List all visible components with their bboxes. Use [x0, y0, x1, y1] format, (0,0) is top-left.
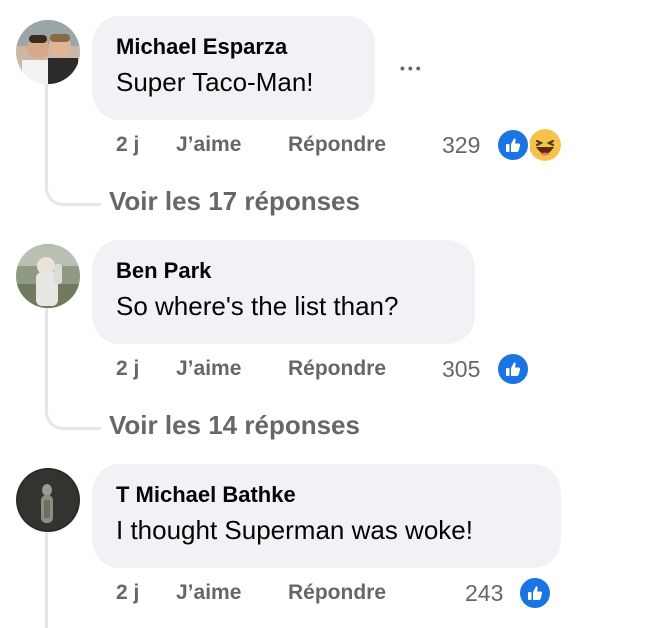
thread-connector [45, 186, 101, 206]
comment-text: I thought Superman was woke! [116, 515, 473, 545]
like-button[interactable]: J’aime [176, 580, 241, 606]
reply-button[interactable]: Répondre [288, 356, 386, 382]
reaction-count[interactable]: 329 [442, 131, 480, 159]
thread-line [45, 532, 48, 628]
comment-bubble: T Michael Bathke I thought Superman was … [92, 464, 561, 568]
like-button[interactable]: J’aime [176, 356, 241, 382]
thread-line [45, 84, 48, 186]
more-options-icon[interactable]: ••• [400, 58, 424, 78]
view-replies-link[interactable]: Voir les 14 réponses [109, 409, 360, 441]
comment-bubble: Ben Park So where's the list than? [92, 240, 475, 344]
reply-button[interactable]: Répondre [288, 132, 386, 158]
avatar[interactable] [16, 468, 80, 532]
thread-connector [45, 410, 101, 430]
comment-bubble: Michael Esparza Super Taco-Man! [92, 16, 375, 120]
reaction-count[interactable]: 305 [442, 355, 480, 383]
like-icon [496, 128, 530, 162]
comment-author[interactable]: Ben Park [116, 257, 451, 285]
comment-author[interactable]: Michael Esparza [116, 33, 351, 61]
like-icon [518, 576, 552, 610]
reaction-count[interactable]: 243 [465, 579, 503, 607]
comment-time[interactable]: 2 j [116, 580, 139, 606]
comment-author[interactable]: T Michael Bathke [116, 481, 537, 509]
comment-text: Super Taco-Man! [116, 67, 314, 97]
like-button[interactable]: J’aime [176, 132, 241, 158]
avatar[interactable] [16, 20, 80, 84]
comment-time[interactable]: 2 j [116, 356, 139, 382]
haha-icon [527, 127, 563, 163]
comment-text: So where's the list than? [116, 291, 399, 321]
like-icon [496, 352, 530, 386]
avatar[interactable] [16, 244, 80, 308]
thread-line [45, 308, 48, 410]
reply-button[interactable]: Répondre [288, 580, 386, 606]
view-replies-link[interactable]: Voir les 17 réponses [109, 185, 360, 217]
comment-time[interactable]: 2 j [116, 132, 139, 158]
